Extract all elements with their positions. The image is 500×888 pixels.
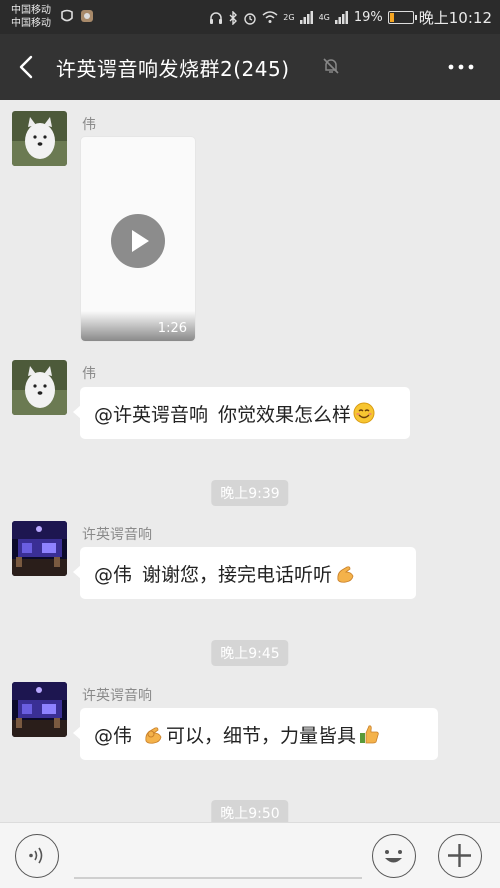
avatar[interactable] — [12, 111, 67, 166]
wifi-icon — [262, 11, 278, 23]
message-text: 谢谢您，接完电话听听 — [142, 563, 333, 586]
more-actions-button[interactable] — [438, 834, 482, 878]
emoji-face-icon — [385, 850, 402, 863]
mute-bell-icon — [323, 58, 339, 74]
battery-icon — [387, 11, 417, 24]
carrier-1: 中国移动 — [11, 5, 51, 16]
message-list[interactable]: 伟 1:26 伟 @许英谔音响 你觉效果怎么样 晚上9:39 许英谔音响 @伟 … — [0, 100, 500, 822]
sender-name: 许英谔音响 — [82, 527, 152, 543]
network-type-1: 2G — [283, 13, 295, 22]
video-message[interactable]: 1:26 — [80, 136, 196, 342]
avatar[interactable] — [12, 521, 67, 576]
ok-hand-emoji-icon — [145, 727, 162, 744]
sender-name: 许英谔音响 — [82, 688, 152, 704]
chat-header: 许英谔音响发烧群2(245) — [0, 34, 500, 100]
time-divider: 晚上9:39 — [211, 480, 289, 506]
message-bubble[interactable]: @伟 谢谢您，接完电话听听 — [73, 547, 416, 599]
status-time: 晚上10:12 — [418, 9, 492, 27]
app-badge-icon — [81, 10, 93, 22]
avatar[interactable] — [12, 682, 67, 737]
mention[interactable]: @伟 — [94, 721, 132, 748]
time-divider: 晚上9:45 — [211, 640, 289, 666]
network-type-2: 4G — [318, 13, 330, 22]
dog-avatar-image — [12, 111, 67, 166]
input-bar — [0, 822, 500, 888]
chat-title: 许英谔音响发烧群2(245) — [56, 57, 290, 81]
stage-avatar-image — [12, 682, 67, 737]
message-text: 可以，细节，力量皆具 — [166, 724, 357, 747]
message-input[interactable] — [74, 877, 362, 879]
carrier-labels: 中国移动 中国移动 — [11, 4, 51, 30]
mention[interactable]: @伟 — [94, 560, 132, 587]
headphones-icon — [210, 11, 223, 24]
sender-name: 伟 — [82, 366, 96, 382]
signal-icon-2 — [334, 11, 348, 24]
emoji-button[interactable] — [372, 834, 416, 878]
dog-avatar-image — [12, 360, 67, 415]
status-bar: 中国移动 中国移动 2G 4G 19% 晚上10:12 — [0, 0, 500, 34]
play-icon[interactable] — [111, 214, 165, 268]
sender-name: 伟 — [82, 117, 96, 133]
mention[interactable]: @许英谔音响 — [94, 400, 208, 427]
signal-icon-1 — [299, 11, 313, 24]
carrier-2: 中国移动 — [11, 18, 51, 29]
back-button[interactable] — [12, 52, 42, 82]
more-options-button[interactable] — [446, 57, 476, 77]
battery-percent: 19% — [353, 10, 383, 25]
voice-icon — [29, 847, 43, 864]
message-text: 你觉效果怎么样 — [218, 403, 352, 426]
avatar[interactable] — [12, 360, 67, 415]
bluetooth-icon — [229, 10, 238, 25]
stage-avatar-image — [12, 521, 67, 576]
app-notification-icon — [61, 9, 73, 22]
plus-icon — [448, 844, 471, 867]
thumbs-up-emoji-icon — [360, 725, 379, 744]
time-divider: 晚上9:50 — [211, 800, 289, 822]
smile-emoji-icon — [353, 402, 375, 424]
alarm-icon — [244, 12, 256, 25]
voice-input-button[interactable] — [15, 834, 59, 878]
message-bubble[interactable]: @许英谔音响 你觉效果怎么样 — [73, 387, 410, 439]
video-duration: 1:26 — [157, 321, 187, 336]
status-icons: 2G 4G 19% 晚上10:12 — [209, 7, 492, 28]
message-bubble[interactable]: @伟 可以，细节，力量皆具 — [73, 708, 438, 760]
ok-hand-emoji-icon — [337, 566, 354, 583]
